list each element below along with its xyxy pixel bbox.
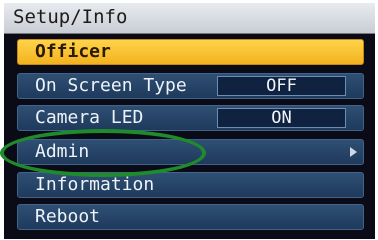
menu-title-bar: Setup/Info (4, 3, 375, 34)
menu-item-camera-led[interactable]: Camera LED ON (17, 105, 364, 131)
camera-led-value-field[interactable]: ON (217, 108, 346, 128)
menu-item-label: Reboot (35, 206, 101, 227)
on-screen-type-value-field[interactable]: OFF (217, 76, 346, 96)
menu-item-information[interactable]: Information (17, 172, 364, 198)
menu-item-label: Information (35, 174, 155, 195)
menu-item-label: Officer (35, 41, 111, 62)
camera-led-value: ON (271, 108, 292, 128)
on-screen-type-value: OFF (266, 76, 297, 96)
menu-item-on-screen-type[interactable]: On Screen Type OFF (17, 73, 364, 99)
menu-title: Setup/Info (13, 6, 128, 28)
menu-item-label: Camera LED (35, 107, 144, 128)
menu-item-reboot[interactable]: Reboot (17, 204, 364, 230)
menu-item-label: On Screen Type (35, 75, 187, 96)
camera-menu-screen: Setup/Info Officer On Screen Type OFF Ca… (4, 3, 375, 239)
green-highlight-ellipse (0, 129, 206, 177)
chevron-right-icon (350, 147, 357, 157)
menu-item-officer[interactable]: Officer (17, 39, 364, 65)
